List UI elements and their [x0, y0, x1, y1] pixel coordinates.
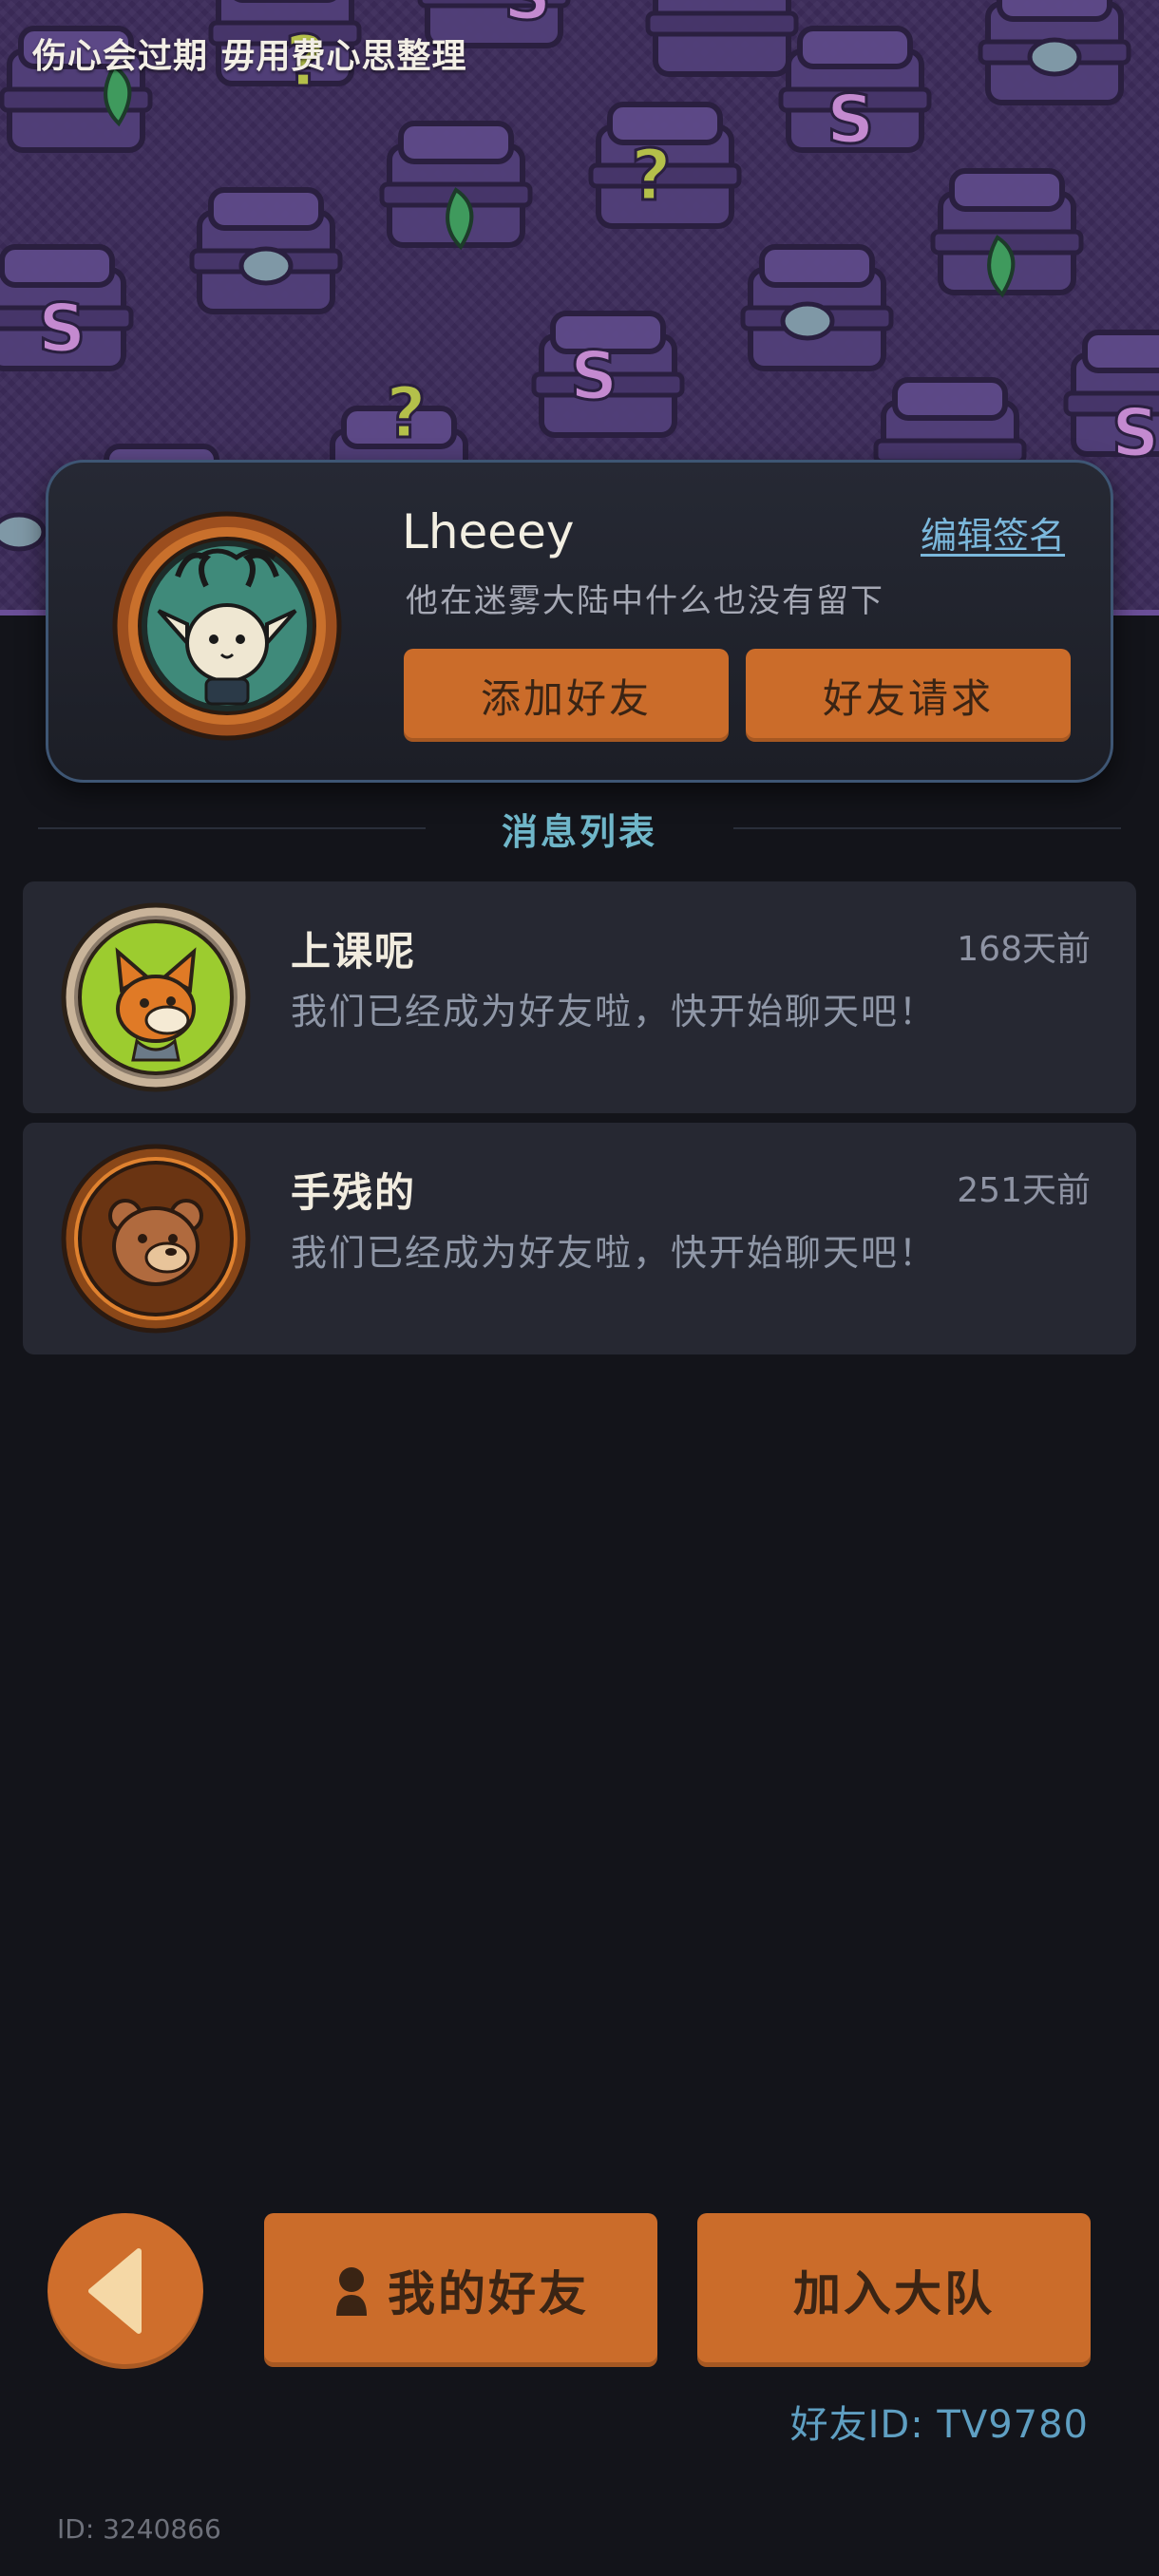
- profile-card: Lheeey 编辑签名 他在迷雾大陆中什么也没有留下 添加好友 好友请求: [46, 460, 1113, 783]
- svg-text:?: ?: [631, 135, 672, 217]
- svg-text:S: S: [1112, 394, 1159, 472]
- message-time: 168天前: [957, 930, 1091, 969]
- message-list-header: 消息列表: [38, 800, 1122, 857]
- divider: [733, 827, 1122, 829]
- message-list-title: 消息列表: [502, 810, 658, 853]
- elk-cat-avatar-icon[interactable]: [111, 510, 343, 742]
- user-id-label: ID: 3240866: [57, 2513, 221, 2545]
- contact-name: 手残的: [291, 1169, 417, 1216]
- bear-avatar-icon: [61, 1144, 251, 1334]
- message-preview: 我们已经成为好友啦，快开始聊天吧！: [291, 1232, 938, 1274]
- join-team-button[interactable]: 加入大队: [697, 2213, 1091, 2367]
- message-item[interactable]: 手残的 251天前 我们已经成为好友啦，快开始聊天吧！: [23, 1123, 1136, 1354]
- svg-text:S: S: [570, 337, 618, 415]
- person-icon: [336, 2267, 367, 2316]
- fox-avatar-icon: [61, 902, 251, 1092]
- message-item[interactable]: 上课呢 168天前 我们已经成为好友啦，快开始聊天吧！: [23, 881, 1136, 1113]
- svg-text:S: S: [826, 81, 874, 159]
- profile-motto: 伤心会过期 毋用费心思整理: [32, 37, 467, 76]
- divider: [38, 827, 426, 829]
- friend-id-label: 好友ID: TV9780: [789, 2403, 1089, 2447]
- svg-text:?: ?: [386, 372, 427, 454]
- back-arrow-icon: [88, 2248, 142, 2334]
- svg-text:S: S: [504, 0, 551, 35]
- my-friends-button[interactable]: 我的好友: [264, 2213, 657, 2367]
- back-button[interactable]: [48, 2213, 203, 2369]
- add-friend-button[interactable]: 添加好友: [404, 649, 729, 742]
- profile-name: Lheeey: [402, 504, 575, 559]
- my-friends-label: 我的好友: [388, 2266, 589, 2321]
- friend-request-button[interactable]: 好友请求: [746, 649, 1071, 742]
- message-time: 251天前: [957, 1171, 1091, 1210]
- edit-signature-link[interactable]: 编辑签名: [921, 506, 1065, 559]
- profile-signature: 他在迷雾大陆中什么也没有留下: [406, 582, 884, 620]
- message-preview: 我们已经成为好友啦，快开始聊天吧！: [291, 991, 938, 1032]
- svg-text:S: S: [38, 290, 86, 368]
- contact-name: 上课呢: [291, 928, 417, 975]
